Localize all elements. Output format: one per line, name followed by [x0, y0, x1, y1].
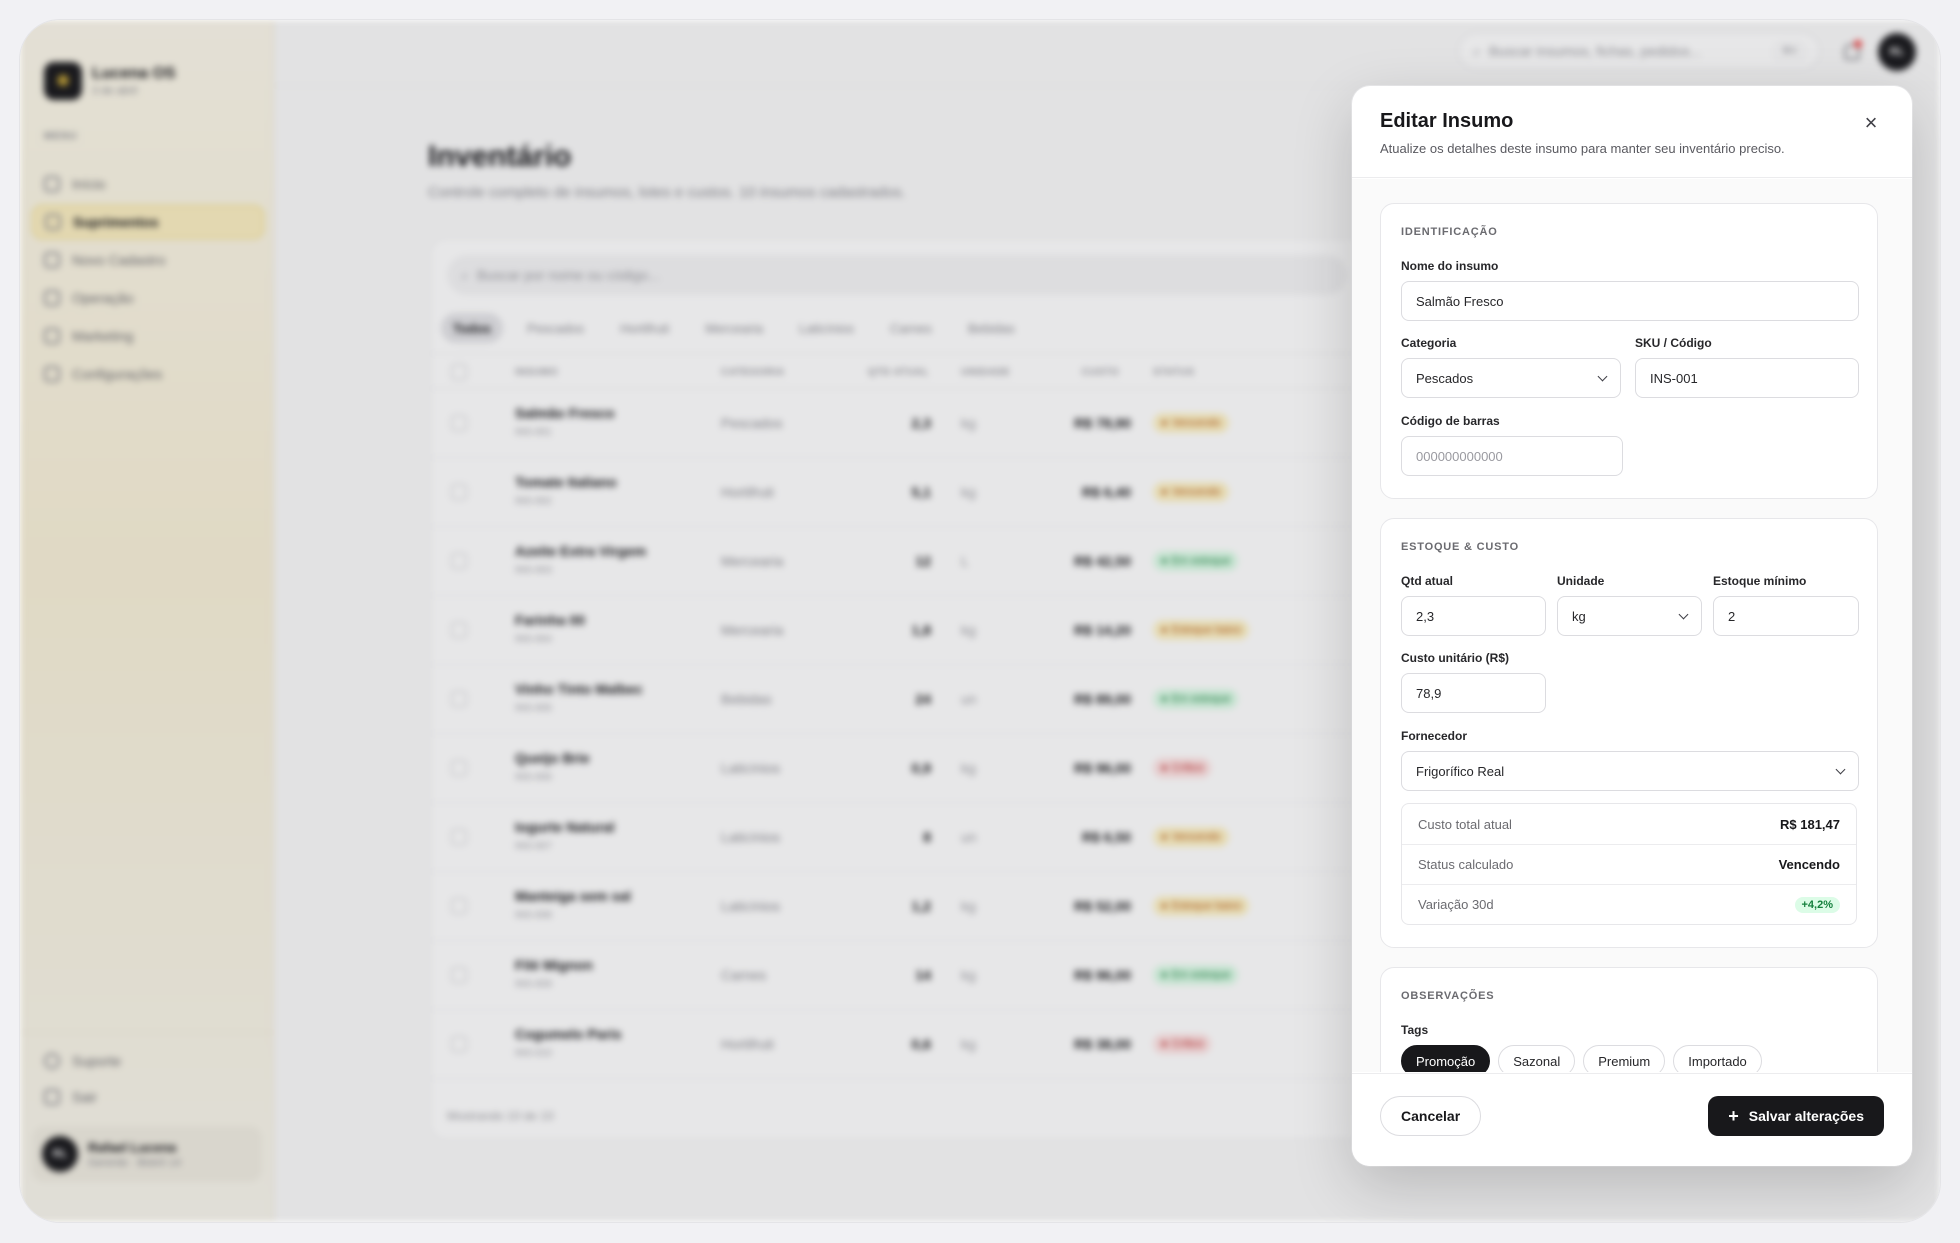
barcode-input[interactable]: 000000000000 [1401, 436, 1623, 476]
min-stock-input[interactable]: 2 [1713, 596, 1859, 636]
category-select[interactable]: Pescados [1401, 358, 1621, 398]
unit-select[interactable]: kg [1557, 596, 1702, 636]
section-identificacao: IDENTIFICAÇÃO Nome do insumo Salmão Fres… [1380, 203, 1878, 499]
tag-promocao[interactable]: Promoção [1401, 1045, 1491, 1072]
tag-sazonal[interactable]: Sazonal [1498, 1045, 1576, 1072]
sku-input[interactable]: INS-001 [1635, 358, 1859, 398]
supplier-label: Fornecedor [1401, 729, 1468, 743]
category-value: Pescados [1416, 370, 1474, 386]
drawer-footer: Cancelar + Salvar alterações [1352, 1073, 1912, 1166]
name-input[interactable]: Salmão Fresco [1401, 281, 1859, 321]
tag-premium[interactable]: Premium [1583, 1045, 1666, 1072]
cancel-button[interactable]: Cancelar [1380, 1096, 1482, 1136]
chevron-down-icon [1678, 609, 1689, 619]
edit-drawer: Editar Insumo Atualize os detalhes deste… [1352, 86, 1912, 1166]
save-button-label: Salvar alterações [1748, 1108, 1864, 1124]
sku-label: SKU / Código [1635, 336, 1712, 350]
tag-importado[interactable]: Importado [1673, 1045, 1762, 1072]
save-button[interactable]: + Salvar alterações [1708, 1096, 1884, 1136]
section-observacoes: OBSERVAÇÕES Tags Promoção Sazonal Premiu… [1380, 967, 1878, 1072]
cost-summary: Custo total atual R$ 181,47 Status calcul… [1401, 803, 1857, 925]
plus-icon: + [1728, 1106, 1739, 1126]
summary-label: Status calculado [1418, 857, 1514, 872]
summary-row-variation: Variação 30d +4,2% [1402, 884, 1856, 924]
supplier-select[interactable]: Frigorífico Real [1401, 751, 1859, 791]
summary-value: R$ 181,47 [1780, 816, 1840, 832]
close-icon[interactable]: × [1858, 110, 1884, 136]
unit-cost-label: Custo unitário (R$) [1401, 651, 1509, 665]
summary-row-status: Status calculado Vencendo [1402, 844, 1856, 884]
summary-row-total: Custo total atual R$ 181,47 [1402, 804, 1856, 844]
name-label: Nome do insumo [1401, 259, 1499, 273]
drawer-subtitle: Atualize os detalhes deste insumo para m… [1380, 141, 1785, 156]
app-window: ✺ Lucena OS 3 de abril MENU Início Supri… [20, 20, 1940, 1222]
qty-input[interactable]: 2,3 [1401, 596, 1546, 636]
unit-value: kg [1572, 608, 1586, 624]
summary-value: Vencendo [1778, 857, 1840, 872]
min-stock-label: Estoque mínimo [1713, 574, 1807, 588]
chevron-down-icon [1835, 764, 1846, 774]
section-title: IDENTIFICAÇÃO [1401, 226, 1498, 238]
variation-badge: +4,2% [1794, 896, 1840, 913]
summary-label: Variação 30d [1418, 897, 1494, 912]
qty-label: Qtd atual [1401, 574, 1454, 588]
section-title: OBSERVAÇÕES [1401, 990, 1495, 1002]
summary-label: Custo total atual [1418, 816, 1512, 832]
barcode-label: Código de barras [1401, 414, 1500, 428]
drawer-title: Editar Insumo [1380, 110, 1514, 132]
supplier-value: Frigorífico Real [1416, 763, 1505, 779]
drawer-header: Editar Insumo Atualize os detalhes deste… [1352, 86, 1912, 178]
drawer-body[interactable]: IDENTIFICAÇÃO Nome do insumo Salmão Fres… [1352, 179, 1912, 1072]
unit-cost-input[interactable]: 78,9 [1401, 673, 1546, 713]
tags-label: Tags [1401, 1023, 1429, 1037]
category-label: Categoria [1401, 336, 1457, 350]
tag-list: Promoção Sazonal Premium Importado [1401, 1045, 1762, 1072]
section-title: ESTOQUE & CUSTO [1401, 541, 1519, 553]
unit-label: Unidade [1557, 574, 1605, 588]
section-estoque-custo: ESTOQUE & CUSTO Qtd atual 2,3 Unidade kg… [1380, 518, 1878, 948]
chevron-down-icon [1597, 371, 1608, 381]
